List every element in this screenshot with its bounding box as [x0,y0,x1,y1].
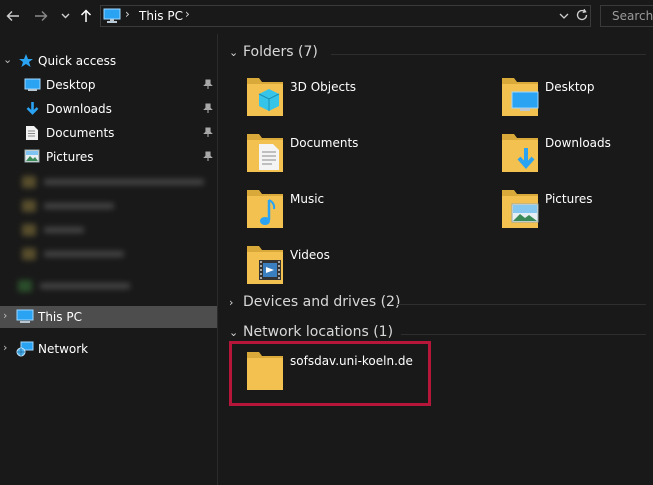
search-box[interactable]: Search T [600,5,653,27]
pictures-icon [24,149,40,163]
redacted-sidebar-item[interactable] [22,222,142,238]
folder-name: 3D Objects [290,80,357,94]
pin-icon [203,151,213,161]
recent-locations-button[interactable] [58,6,72,26]
breadcrumb-separator-icon[interactable]: › [185,7,190,21]
sidebar-item-desktop[interactable]: Desktop [0,74,217,96]
folder-documents[interactable]: Documents [245,130,485,180]
group-divider [401,334,646,335]
up-button[interactable] [78,6,94,26]
chevron-right-icon[interactable]: › [3,309,7,322]
this-pc-icon [16,309,34,323]
pictures-folder-icon [502,190,539,228]
folder-name: Downloads [545,136,611,150]
group-divider [331,54,646,55]
this-pc-icon [103,8,121,23]
sidebar-item-pictures[interactable]: Pictures [0,146,217,168]
desktop-folder-icon [502,78,539,116]
sidebar-item-label: Desktop [46,78,96,92]
chevron-down-icon[interactable]: ⌄ [229,46,238,59]
folder-name: Desktop [545,80,595,94]
folder-name: Videos [290,248,330,262]
breadcrumb-this-pc[interactable]: This PC [139,9,183,23]
network-icon [16,341,34,357]
folder-desktop[interactable]: Desktop [500,74,650,124]
pin-icon [203,103,213,113]
group-title: Devices and drives (2) [243,294,401,310]
group-header-devices[interactable]: › Devices and drives (2) [226,294,646,314]
folder-downloads[interactable]: Downloads [500,130,650,180]
sidebar-item-label: Quick access [38,54,117,68]
sidebar-item-downloads[interactable]: Downloads [0,98,217,120]
arrow-left-icon [6,11,19,21]
chevron-down-icon[interactable] [559,9,569,23]
folder-name: Documents [290,136,359,150]
redacted-sidebar-item[interactable] [22,174,212,190]
highlight-box [229,341,431,406]
sidebar-item-documents[interactable]: Documents [0,122,217,144]
chevron-right-icon[interactable]: › [3,341,7,354]
navigation-pane: ⌄ Quick access Desktop Downloads Documen… [0,34,217,485]
3d-objects-icon [247,78,283,116]
chevron-down-icon[interactable]: ⌄ [229,326,238,339]
group-header-folders[interactable]: ⌄ Folders (7) [226,44,646,64]
pin-icon [203,127,213,137]
address-toolbar: › This PC › Search T [0,0,653,34]
arrow-up-icon [80,9,92,22]
downloads-folder-icon [502,134,538,172]
sidebar-item-network[interactable]: › Network [0,338,217,360]
sidebar-item-label: Downloads [46,102,112,116]
redacted-sidebar-item[interactable] [22,198,142,214]
folder-3d-objects[interactable]: 3D Objects [245,74,485,124]
sidebar-item-this-pc[interactable]: › This PC [0,306,217,328]
breadcrumb-separator-icon[interactable]: › [125,7,130,21]
folder-name: Music [290,192,325,206]
chevron-down-icon[interactable]: ⌄ [3,53,12,66]
folder-name: Pictures [545,192,593,206]
content-pane: ⌄ Folders (7) 3D Objects Desktop Documen… [218,34,653,485]
desktop-icon [24,78,41,91]
redacted-sidebar-item[interactable] [22,246,142,262]
back-button[interactable] [4,6,22,26]
downloads-icon [26,102,39,115]
chevron-right-icon[interactable]: › [229,296,233,309]
sidebar-item-quick-access[interactable]: ⌄ Quick access [0,50,217,72]
folder-videos[interactable]: Videos [245,242,485,292]
address-bar[interactable]: › This PC › [100,5,591,27]
sidebar-item-label: Documents [46,126,115,140]
group-divider [396,304,646,305]
sidebar-item-label: This PC [38,310,82,324]
group-title: Folders (7) [243,44,318,60]
documents-icon [26,126,38,140]
search-placeholder: Search T [612,9,653,23]
documents-folder-icon [247,134,283,172]
group-title: Network locations (1) [243,324,394,340]
music-folder-icon [247,190,283,228]
refresh-icon[interactable] [575,8,589,22]
folder-music[interactable]: Music [245,186,485,236]
videos-folder-icon [247,246,283,284]
star-icon [19,54,33,67]
arrow-right-icon [35,11,48,21]
redacted-sidebar-item[interactable] [4,278,134,294]
forward-button[interactable] [32,6,50,26]
folder-pictures[interactable]: Pictures [500,186,650,236]
sidebar-item-label: Pictures [46,150,94,164]
pin-icon [203,79,213,89]
chevron-down-icon [61,13,69,19]
sidebar-item-label: Network [38,342,89,356]
